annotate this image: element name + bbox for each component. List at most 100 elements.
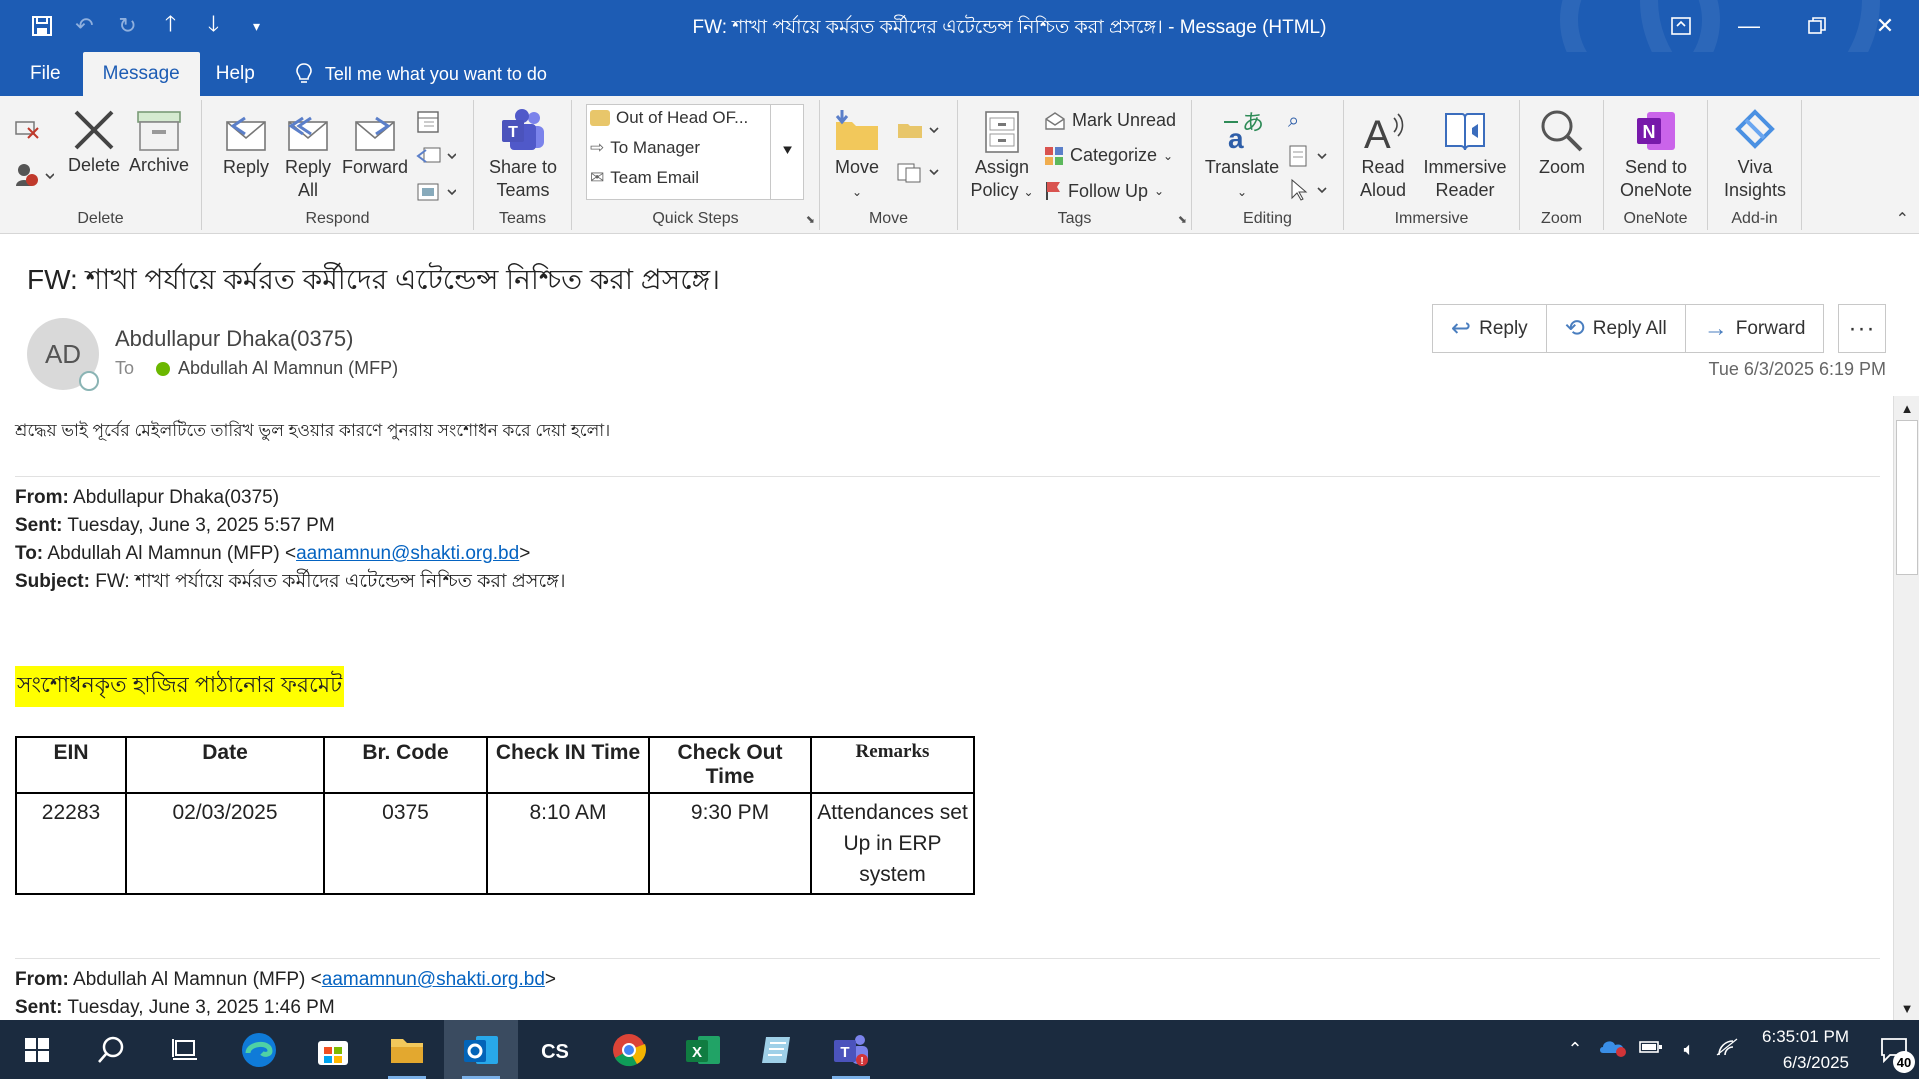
related-icon[interactable] xyxy=(1288,144,1332,173)
team-email-icon: ✉ xyxy=(590,168,605,187)
reply-all-ribbon-label-1: Reply xyxy=(284,157,332,177)
follow-up-button[interactable]: Follow Up ⌄ xyxy=(1044,180,1164,202)
find-icon[interactable]: ⌕ xyxy=(1288,110,1299,133)
im-reply-icon[interactable] xyxy=(416,144,457,173)
onedrive-icon[interactable] xyxy=(1594,1037,1632,1062)
translate-button[interactable]: aあ Translate ⌄ xyxy=(1204,108,1280,204)
move-button[interactable]: Move ⌄ xyxy=(832,108,882,204)
quick-step-2[interactable]: ⇨ To Manager xyxy=(590,138,700,158)
cs-app[interactable]: CS xyxy=(518,1020,592,1079)
forward-button[interactable]: → Forward xyxy=(1686,305,1824,352)
ignore-icon[interactable] xyxy=(14,118,40,145)
read-aloud-icon: A xyxy=(1364,113,1404,154)
quick-steps-expand-icon[interactable]: ⯆ xyxy=(770,104,804,200)
svg-text:X: X xyxy=(692,1044,702,1061)
start-button[interactable] xyxy=(0,1020,74,1079)
tab-file[interactable]: File xyxy=(14,52,77,96)
scroll-up-icon[interactable]: ▲ xyxy=(1894,396,1919,420)
tab-message[interactable]: Message xyxy=(82,52,200,96)
table-cell: Attendances set Up in ERP system xyxy=(810,792,975,895)
excel-app[interactable]: X xyxy=(666,1020,740,1079)
archive-label: Archive xyxy=(128,155,190,175)
svg-text:あ: あ xyxy=(1242,111,1264,136)
reply-all-ribbon-label-2: All xyxy=(297,180,318,200)
categorize-button[interactable]: Categorize ⌄ xyxy=(1044,145,1173,166)
svg-text:N: N xyxy=(1643,122,1656,142)
message-body: শ্রদ্ধেয় ভাই পূর্বের মেইলটিতে তারিখ ভুল… xyxy=(0,400,1895,1020)
read-aloud-button[interactable]: A Read Aloud xyxy=(1354,108,1412,202)
reply-all-button[interactable]: ⟲ Reply All xyxy=(1547,305,1686,352)
notification-center[interactable]: 40 xyxy=(1869,1020,1919,1079)
send-to-onenote-button[interactable]: N Send to OneNote xyxy=(1610,108,1702,202)
collapse-ribbon-icon[interactable]: ⌃ xyxy=(1896,209,1909,229)
edge-app[interactable] xyxy=(222,1020,296,1079)
quick-step-1[interactable]: Out of Head OF... xyxy=(590,108,748,128)
viva-insights-button[interactable]: Viva Insights xyxy=(1716,108,1794,202)
teams-group: T Share to Teams Teams xyxy=(474,100,572,230)
delete-button[interactable]: Delete xyxy=(68,108,120,177)
cleanup-icon[interactable] xyxy=(14,162,55,193)
scroll-thumb[interactable] xyxy=(1896,420,1918,575)
mark-unread-button[interactable]: Mark Unread xyxy=(1044,110,1176,131)
archive-button[interactable]: Archive xyxy=(128,108,190,177)
scroll-down-icon[interactable]: ▼ xyxy=(1894,996,1919,1020)
chevron-up-icon[interactable]: ⌃ xyxy=(1556,1039,1594,1060)
table-cell: 22283 xyxy=(15,792,127,895)
volume-icon[interactable]: 🔈︎ xyxy=(1670,1039,1708,1060)
meeting-icon[interactable] xyxy=(416,110,442,139)
vertical-scrollbar[interactable]: ▲ ▼ xyxy=(1893,396,1919,1020)
recipient-name[interactable]: Abdullah Al Mamnun (MFP) xyxy=(178,358,398,379)
immersive-reader-button[interactable]: Immersive Reader xyxy=(1420,108,1510,202)
reply-all-ribbon-button[interactable]: Reply All xyxy=(280,108,336,202)
clock[interactable]: 6:35:01 PM 6/3/2025 xyxy=(1746,1024,1869,1076)
chrome-app[interactable] xyxy=(592,1020,666,1079)
actions-icon[interactable] xyxy=(896,160,940,189)
ribbon-display-icon[interactable] xyxy=(1647,0,1715,52)
more-actions-button[interactable]: ··· xyxy=(1838,304,1886,353)
tags-group-label: Tags xyxy=(1057,210,1092,227)
rules-icon[interactable] xyxy=(896,118,940,147)
file-explorer-app[interactable] xyxy=(370,1020,444,1079)
tab-help[interactable]: Help xyxy=(200,52,271,96)
wifi-icon[interactable] xyxy=(1708,1037,1746,1062)
assign-dropdown-icon: ⌄ xyxy=(1023,185,1034,199)
restore-icon[interactable] xyxy=(1783,0,1851,52)
reply-ribbon-button[interactable]: Reply xyxy=(218,108,274,179)
teams-app[interactable]: T! xyxy=(814,1020,888,1079)
battery-icon[interactable] xyxy=(1632,1039,1670,1060)
fwd1-from-label: From: xyxy=(15,487,69,508)
outlook-app[interactable] xyxy=(444,1020,518,1079)
minimize-icon[interactable]: — xyxy=(1715,0,1783,52)
reply-button[interactable]: ↩ Reply xyxy=(1433,305,1547,352)
to-line: To Abdullah Al Mamnun (MFP) xyxy=(115,358,398,379)
fwd2-from-email-link[interactable]: aamamnun@shakti.org.bd xyxy=(322,969,545,990)
search-button[interactable] xyxy=(74,1020,148,1079)
forward-ribbon-button[interactable]: Forward xyxy=(340,108,410,179)
dialog-launcher-icon[interactable]: ⬊ xyxy=(806,213,815,226)
close-icon[interactable]: ✕ xyxy=(1851,0,1919,52)
zoom-button[interactable]: Zoom xyxy=(1530,108,1594,179)
notepad-app[interactable] xyxy=(740,1020,814,1079)
fwd1-to-email-link[interactable]: aamamnun@shakti.org.bd xyxy=(296,543,519,564)
folder-icon xyxy=(590,110,610,126)
tags-group: Assign Policy ⌄ Mark Unread Categorize ⌄… xyxy=(958,100,1192,230)
select-icon[interactable] xyxy=(1288,178,1332,207)
task-view-button[interactable] xyxy=(148,1020,222,1079)
task-view-icon xyxy=(172,1038,197,1060)
sender-name[interactable]: Abdullapur Dhaka(0375) xyxy=(115,326,354,352)
table-cell: 0375 xyxy=(323,792,488,895)
zoom-label: Zoom xyxy=(1538,157,1585,177)
more-respond-icon[interactable] xyxy=(416,180,457,209)
message-subject: FW: শাখা পর্যায়ে কর্মরত কর্মীদের এটেন্ড… xyxy=(27,264,721,295)
clock-date: 6/3/2025 xyxy=(1782,1052,1849,1072)
quick-step-3[interactable]: ✉ Team Email xyxy=(590,168,699,188)
tell-me-box[interactable]: Tell me what you want to do xyxy=(295,52,547,96)
fwd1-from: Abdullapur Dhaka(0375) xyxy=(68,487,280,508)
delete-x-icon xyxy=(74,110,114,150)
forward-arrow-icon: → xyxy=(1703,314,1728,342)
store-app[interactable] xyxy=(296,1020,370,1079)
window-controls: — ✕ xyxy=(1647,0,1919,52)
share-to-teams-button[interactable]: T Share to Teams xyxy=(482,108,564,202)
assign-policy-button[interactable]: Assign Policy ⌄ xyxy=(968,108,1036,204)
tags-dialog-launcher-icon[interactable]: ⬊ xyxy=(1178,213,1187,226)
